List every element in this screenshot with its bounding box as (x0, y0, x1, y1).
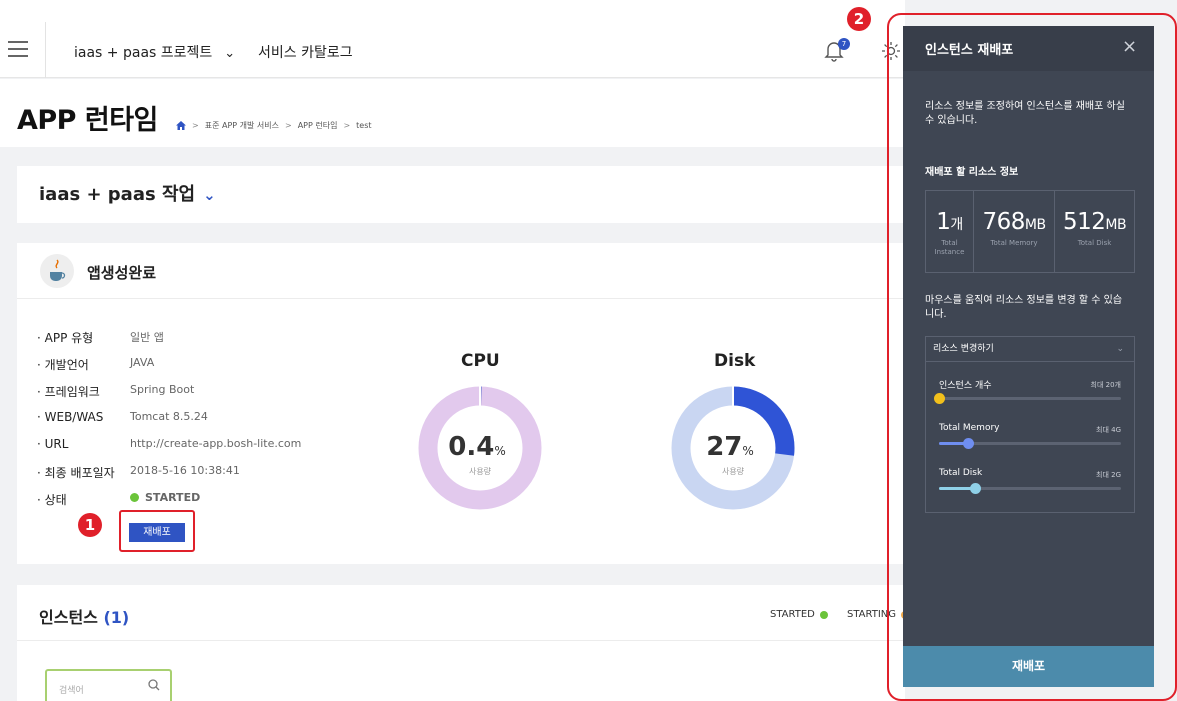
info-label: · URL (37, 437, 69, 451)
instances-header: 인스턴스 (1) STARTED STARTING (17, 585, 910, 641)
app-root: iaas + paas 프로젝트 ⌄ 서비스 카탈로그 7 APP 런타임 > 표… (0, 0, 1177, 701)
home-icon[interactable] (176, 121, 186, 130)
workspace-card: iaas + paas 작업 ⌄ (17, 166, 905, 223)
cpu-unit: % (494, 444, 505, 458)
cpu-chart-title: CPU (461, 351, 500, 371)
cpu-value-number: 0.4 (448, 432, 494, 462)
info-value: Tomcat 8.5.24 (130, 410, 208, 423)
search-placeholder: 검색어 (59, 686, 84, 696)
disk-chart-title: Disk (714, 351, 756, 371)
cpu-donut-chart: 0.4% 사용량 (418, 386, 542, 510)
status-badge: STARTED (130, 491, 200, 504)
breadcrumb-item[interactable]: APP 런타임 (298, 120, 338, 131)
info-label: · 최종 배포일자 (37, 466, 115, 480)
cpu-value: 0.4% (448, 432, 505, 462)
breadcrumb: > 표준 APP 개발 서비스 > APP 런타임 > test (176, 120, 372, 131)
info-value: JAVA (130, 356, 155, 369)
disk-caption: 사용량 (722, 466, 745, 476)
project-label: iaas + paas 프로젝트 (74, 45, 213, 61)
service-catalog-link[interactable]: 서비스 카탈로그 (258, 42, 353, 62)
breadcrumb-item[interactable]: 표준 APP 개발 서비스 (205, 120, 279, 131)
workspace-selector[interactable]: iaas + paas 작업 ⌄ (39, 180, 216, 206)
chevron-down-icon: ⌄ (224, 46, 236, 61)
breadcrumb-separator: > (284, 121, 292, 130)
info-value: 2018-5-16 10:38:41 (130, 464, 240, 477)
annotation-highlight-panel (887, 13, 1177, 701)
disk-value: 27% (706, 432, 754, 462)
project-selector[interactable]: iaas + paas 프로젝트 ⌄ (74, 42, 235, 62)
disk-donut-chart: 27% 사용량 (671, 386, 795, 510)
instance-search-box[interactable]: 검색어 (45, 669, 172, 701)
instances-title: 인스턴스 (1) (39, 604, 129, 628)
notification-badge: 7 (838, 38, 850, 50)
divider (45, 22, 46, 78)
breadcrumb-separator: > (192, 121, 199, 130)
menu-icon[interactable] (8, 41, 28, 57)
info-value: Spring Boot (130, 383, 195, 396)
workspace-title: iaas + paas 작업 (39, 184, 196, 205)
breadcrumb-separator: > (343, 121, 351, 130)
app-url-link[interactable]: http://create-app.bosh-lite.com (130, 437, 301, 450)
instances-card: 인스턴스 (1) STARTED STARTING 검색어 (17, 585, 910, 701)
status-text: STARTED (145, 491, 201, 504)
breadcrumb-item: test (356, 121, 372, 130)
legend-dot-icon (819, 610, 828, 619)
search-icon[interactable] (148, 679, 160, 691)
java-icon (40, 254, 74, 288)
legend-started: STARTED (770, 609, 828, 620)
disk-unit: % (742, 444, 753, 458)
app-card-header: 앱생성완료 (17, 243, 905, 299)
app-status-title: 앱생성완료 (87, 264, 157, 282)
info-label: · APP 유형 (37, 331, 94, 345)
annotation-marker-2: 2 (847, 7, 871, 31)
top-bar: iaas + paas 프로젝트 ⌄ 서비스 카탈로그 7 (0, 0, 905, 78)
annotation-highlight-redeploy (119, 510, 195, 552)
cpu-caption: 사용량 (469, 466, 492, 476)
instances-count: (1) (103, 608, 130, 627)
info-label: · 상태 (37, 493, 67, 507)
disk-value-number: 27 (706, 432, 742, 462)
page-title: APP 런타임 (17, 105, 158, 136)
info-label: · 개발언어 (37, 358, 89, 372)
info-value: 일반 앱 (130, 331, 164, 344)
notification-button[interactable]: 7 (824, 38, 850, 66)
legend-label: STARTED (770, 609, 815, 620)
page-header: APP 런타임 > 표준 APP 개발 서비스 > APP 런타임 > test (0, 79, 905, 147)
annotation-marker-1: 1 (78, 513, 102, 537)
instances-label: 인스턴스 (39, 608, 98, 627)
chevron-down-icon: ⌄ (203, 186, 216, 204)
status-dot-icon (130, 493, 139, 502)
info-label: · 프레임워크 (37, 385, 100, 399)
info-label: · WEB/WAS (37, 410, 104, 424)
